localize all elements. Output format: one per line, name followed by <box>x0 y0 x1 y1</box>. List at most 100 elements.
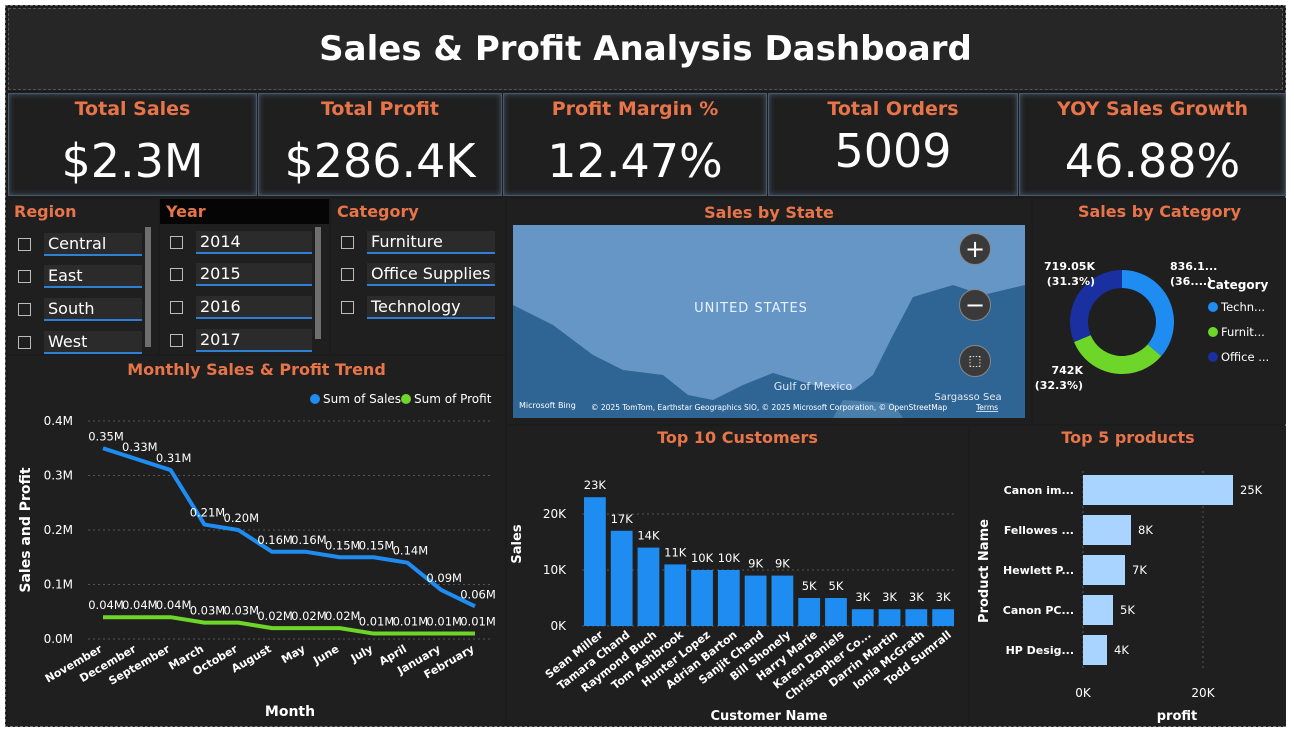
kpi-total-orders[interactable]: Total Orders 5009 <box>768 93 1018 196</box>
customer-bar <box>905 609 928 626</box>
checkbox[interactable] <box>341 236 354 249</box>
slicer-item-2017[interactable]: 2017 <box>170 329 320 355</box>
profit-data-label: 0.02M <box>325 609 361 623</box>
x-tick-label: 0K <box>1075 686 1092 700</box>
y-tick-label: 0.2M <box>44 523 73 537</box>
profit-data-label: 0.02M <box>291 609 327 623</box>
slicer-item-label: 2014 <box>196 231 312 254</box>
sales-data-label: 0.35M <box>88 429 124 443</box>
bar-data-label: 17K <box>611 512 634 526</box>
slicer-item-2014[interactable]: 2014 <box>170 231 320 257</box>
sales-data-label: 0.15M <box>359 538 395 552</box>
kpi-total-profit[interactable]: Total Profit $286.4K <box>258 93 502 196</box>
bar-data-label: 23K <box>584 478 607 492</box>
kpi-total-sales[interactable]: Total Sales $2.3M <box>8 93 257 196</box>
kpi-label: Total Profit <box>320 98 440 120</box>
year-slicer-title: Year <box>160 199 329 224</box>
x-axis-title: Customer Name <box>711 709 828 724</box>
checkbox[interactable] <box>18 303 31 316</box>
slicer-item-label: Central <box>44 233 142 256</box>
slicer-item-label: Technology <box>367 296 495 319</box>
profit-data-label: 0.03M <box>224 604 260 618</box>
checkbox[interactable] <box>170 268 183 281</box>
slicer-item-office-supplies[interactable]: Office Supplies <box>341 263 501 289</box>
kpi-value: 5009 <box>834 124 952 178</box>
bar-data-label: 3K <box>882 590 897 604</box>
top-customers-panel: Top 10 Customers 0K 10K 20K 23K Sean Miller 1… <box>507 426 968 726</box>
bar-data-label: 11K <box>664 545 687 559</box>
y-tick-label: Canon im... <box>1004 484 1074 497</box>
bar-data-label: 9K <box>748 557 763 571</box>
profit-data-label: 0.01M <box>426 615 462 629</box>
checkbox[interactable] <box>170 301 183 314</box>
slicer-item-label: South <box>44 298 142 321</box>
donut-value-label: 836.1... <box>1170 260 1217 273</box>
x-axis-title: Month <box>265 704 315 720</box>
map-brand: Microsoft Bing <box>519 401 576 410</box>
slicer-item-label: Furniture <box>367 231 495 254</box>
page-title: Sales & Profit Analysis Dashboard <box>319 29 972 69</box>
checkbox[interactable] <box>341 301 354 314</box>
profit-data-label: 0.01M <box>359 615 395 629</box>
y-tick-label: Canon PC... <box>1003 604 1074 617</box>
slicer-item-south[interactable]: South <box>18 298 146 324</box>
bar-data-label: 7K <box>1132 563 1147 577</box>
profit-data-label: 0.03M <box>190 604 226 618</box>
customer-bar <box>691 570 713 626</box>
kpi-profit-margin[interactable]: Profit Margin % 12.47% <box>503 93 767 196</box>
sales-data-label: 0.20M <box>224 511 260 525</box>
product-bar <box>1083 555 1125 585</box>
profit-data-label: 0.02M <box>257 609 293 623</box>
map-terms-link[interactable]: Terms <box>975 403 998 412</box>
donut-slice <box>1122 270 1174 357</box>
scrollbar[interactable] <box>145 227 151 347</box>
y-tick-label: 10K <box>543 563 567 577</box>
x-tick-label: May <box>279 642 307 666</box>
y-tick-label: Fellowes ... <box>1004 524 1074 537</box>
checkbox[interactable] <box>170 334 183 347</box>
customer-bar <box>825 598 847 626</box>
sales-by-state-map[interactable]: UNITED STATES Gulf of Mexico Sargasso Se… <box>513 225 1025 418</box>
checkbox[interactable] <box>341 268 354 281</box>
slicer-item-central[interactable]: Central <box>18 233 146 259</box>
customer-bar <box>851 609 874 626</box>
map-title: Sales by State <box>704 203 834 222</box>
legend-label: Sum of Sales <box>323 392 401 406</box>
donut-legend-title: Category <box>1207 278 1269 292</box>
donut-pct-label: (36....) <box>1170 275 1212 288</box>
slicer-item-2016[interactable]: 2016 <box>170 296 320 322</box>
x-tick-label: June <box>310 642 341 667</box>
scrollbar[interactable] <box>315 227 321 339</box>
map-country-label: UNITED STATES <box>694 301 808 316</box>
y-tick-label: Hewlett P... <box>1003 564 1074 577</box>
product-bar <box>1083 515 1131 545</box>
slicer-item-west[interactable]: West <box>18 331 146 357</box>
checkbox[interactable] <box>18 270 31 283</box>
kpi-label: Profit Margin % <box>551 98 719 120</box>
zoom-out-button[interactable]: − <box>959 289 991 321</box>
slicer-item-2015[interactable]: 2015 <box>170 263 320 289</box>
checkbox[interactable] <box>18 238 31 251</box>
checkbox[interactable] <box>170 236 183 249</box>
customer-bar <box>771 575 794 626</box>
donut-value-label: 742K <box>1052 364 1084 377</box>
slicer-item-label: 2015 <box>196 263 312 286</box>
sales-data-label: 0.16M <box>257 533 293 547</box>
donut-legend-label: Techn... <box>1220 300 1265 314</box>
x-axis-title: profit <box>1157 709 1198 724</box>
y-tick-label: 0.0M <box>44 632 73 646</box>
slicer-item-furniture[interactable]: Furniture <box>341 231 501 257</box>
select-area-icon[interactable]: ⬚ <box>959 345 991 377</box>
slicer-item-label: 2016 <box>196 296 312 319</box>
slicer-item-east[interactable]: East <box>18 265 146 291</box>
kpi-yoy-growth[interactable]: YOY Sales Growth 46.88% <box>1019 93 1286 196</box>
kpi-value: $2.3M <box>61 134 204 188</box>
category-slicer: Category Furniture Office Supplies Techn… <box>331 199 505 354</box>
region-slicer-title: Region <box>14 202 77 221</box>
zoom-in-button[interactable]: + <box>959 233 991 265</box>
slicer-item-technology[interactable]: Technology <box>341 296 501 322</box>
legend-marker <box>401 394 411 404</box>
checkbox[interactable] <box>18 336 31 349</box>
donut-slice <box>1074 335 1162 374</box>
profit-data-label: 0.04M <box>156 598 192 612</box>
